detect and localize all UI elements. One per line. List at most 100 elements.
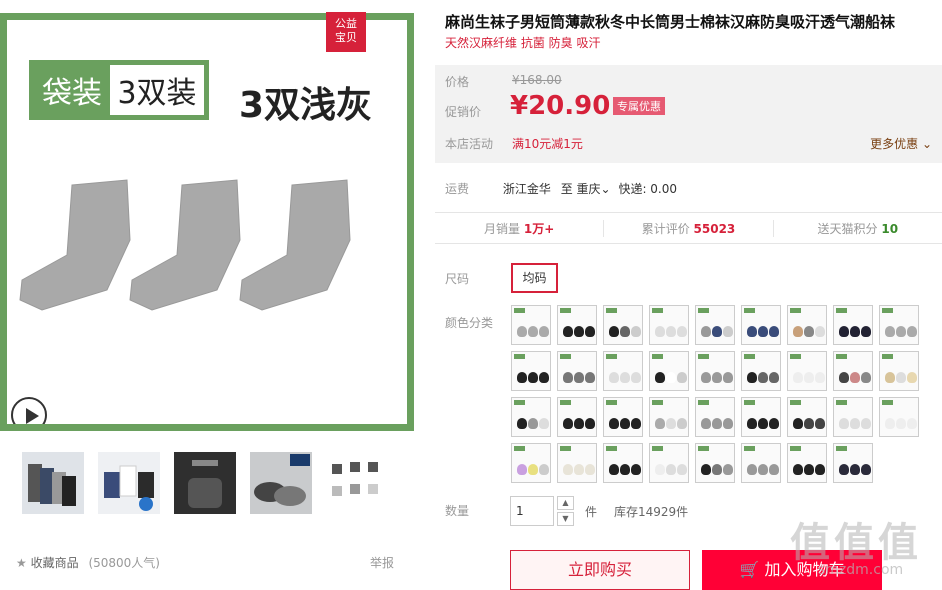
color-swatch[interactable] [695,443,735,483]
sock-icon [907,372,917,383]
star-icon[interactable]: ★ [16,556,27,570]
color-swatch[interactable] [511,351,551,391]
color-swatch[interactable] [649,305,689,345]
reviews-label: 累计评价 [641,221,690,236]
sock-icon [655,372,665,383]
sock-icon [539,464,549,475]
color-swatch[interactable] [603,443,643,483]
sock-icon [609,372,619,383]
sock-icon [677,326,687,337]
total-reviews[interactable]: 累计评价 55023 [604,219,774,237]
color-swatch[interactable] [879,351,919,391]
thumbnail-4[interactable] [250,452,312,514]
zoom-icon[interactable] [394,424,414,431]
color-swatch[interactable] [603,351,643,391]
play-video-button[interactable] [11,397,47,424]
color-swatch[interactable] [741,351,781,391]
sock-icon [620,326,630,337]
charity-badge-line1: 公益 [335,17,357,30]
quantity-unit: 件 [585,505,598,519]
color-swatch[interactable] [557,443,597,483]
sock-icon [666,372,676,383]
sock-icon [528,326,538,337]
sock-icon [793,464,803,475]
ship-to-label: 至 [560,182,573,196]
sock-icon [563,464,573,475]
color-swatch[interactable] [741,305,781,345]
sock-icon [712,372,722,383]
color-swatch[interactable] [649,397,689,437]
color-swatch[interactable] [833,351,873,391]
quantity-increase-button[interactable]: ▲ [557,496,574,510]
sock-icon [769,326,779,337]
favorite-row: ★ 收藏商品 (50800人气) [16,554,160,571]
report-link[interactable]: 举报 [370,554,394,571]
sock-icon [839,418,849,429]
color-swatch[interactable] [649,443,689,483]
sock-icon [769,464,779,475]
sock-icon [620,418,630,429]
sock-icon [609,418,619,429]
buy-now-button[interactable]: 立即购买 [510,550,690,590]
sock-icon [723,418,733,429]
thumbnail-1[interactable] [22,452,84,514]
sock-icon [839,464,849,475]
color-swatch[interactable] [741,443,781,483]
color-swatch[interactable] [557,351,597,391]
favorite-label[interactable]: 收藏商品 [31,556,79,570]
color-swatch[interactable] [741,397,781,437]
sock-icon [815,372,825,383]
pack-label-right: 3双装 [110,65,204,115]
ship-to-value: 重庆 [576,182,601,196]
more-offers-link[interactable]: 更多优惠 ⌄ [870,135,932,152]
color-swatch[interactable] [787,397,827,437]
original-price: ¥168.00 [512,73,562,87]
color-swatch[interactable] [787,443,827,483]
ship-to-select[interactable]: 重庆⌄ [577,182,611,196]
sock-icon [712,418,722,429]
sock-icon [655,326,665,337]
swatch-tag-icon [790,400,801,405]
sock-icon [609,326,619,337]
sock-icon [620,372,630,383]
color-swatch[interactable] [649,351,689,391]
size-option-selected[interactable]: 均码 [511,263,558,293]
color-swatch[interactable] [787,305,827,345]
color-swatch[interactable] [833,305,873,345]
color-swatch[interactable] [695,305,735,345]
thumbnail-3[interactable] [174,452,236,514]
thumbnail-5[interactable] [326,452,388,514]
quantity-decrease-button[interactable]: ▼ [557,512,574,526]
sock-icon [539,326,549,337]
thumbnail-2[interactable] [98,452,160,514]
color-swatch[interactable] [603,397,643,437]
swatch-tag-icon [698,308,709,313]
monthly-sales-value: 1万+ [523,221,555,236]
color-swatch[interactable] [511,397,551,437]
sock-icon [758,418,768,429]
sock-icon [631,372,641,383]
store-activity: 满10元减1元 [512,137,583,151]
color-swatch[interactable] [557,397,597,437]
color-swatch[interactable] [695,397,735,437]
color-swatch[interactable] [833,443,873,483]
reviews-value: 55023 [693,221,736,236]
promo-price: ¥20.90 [510,91,611,121]
sock-icon [769,418,779,429]
color-swatch[interactable] [695,351,735,391]
color-swatch[interactable] [557,305,597,345]
color-swatch[interactable] [833,397,873,437]
chevron-down-icon: ⌄ [918,137,932,151]
color-swatch[interactable] [511,443,551,483]
color-swatch[interactable] [879,305,919,345]
color-swatch[interactable] [879,397,919,437]
sock-icon [815,464,825,475]
price-panel: 价格 ¥168.00 促销价 ¥20.90 专属优惠 本店活动 满10元减1元 … [435,65,942,163]
color-swatch[interactable] [787,351,827,391]
main-product-image[interactable]: 袋装 3双装 3双浅灰 [0,13,414,431]
color-swatch[interactable] [511,305,551,345]
color-swatch[interactable] [603,305,643,345]
product-subtitle: 天然汉麻纤维 抗菌 防臭 吸汗 [445,36,601,50]
promo-price-label: 促销价 [445,105,482,119]
quantity-input[interactable]: 1 [510,496,554,526]
